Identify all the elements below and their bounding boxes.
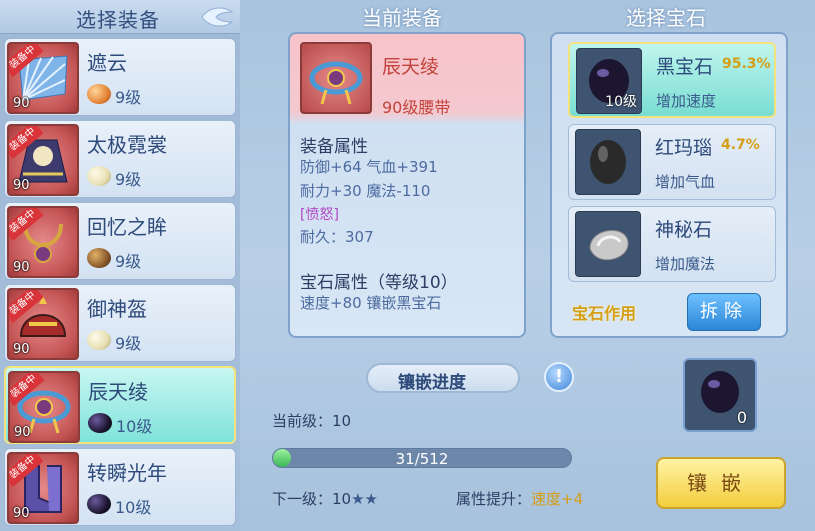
item-gem-level: 9级 xyxy=(115,88,142,107)
attribute-line: 耐力+30 魔法-110 xyxy=(300,182,431,200)
item-name: 辰天绫 xyxy=(88,380,148,404)
item-level: 90 xyxy=(13,96,30,111)
equipment-name: 辰天绫 xyxy=(382,56,440,78)
remove-gem-button[interactable]: 拆除 xyxy=(687,293,761,331)
current-equipment-card: 辰天绫 90级腰带 装备属性 防御+64 气血+391 耐力+30 魔法-110… xyxy=(288,32,526,338)
current-equipment-title: 当前装备 xyxy=(362,6,442,30)
equipment-list-panel: 选择装备 装备中 90 遮云 9级 装备中 90 太极霓裳 9级 装备中 90 … xyxy=(0,0,240,531)
attribute-boost-value: 速度+4 xyxy=(531,490,584,508)
inlay-progress-title: 镶嵌进度 xyxy=(398,373,466,393)
gem-description: 增加速度 xyxy=(656,92,717,110)
item-level: 90 xyxy=(13,342,30,357)
equipment-item-yushen-kui[interactable]: 装备中 90 御神盔 9级 xyxy=(4,284,236,362)
gem-name: 红玛瑙 xyxy=(655,137,713,159)
equipment-list-title: 选择装备 xyxy=(76,8,160,32)
item-name: 御神盔 xyxy=(87,297,147,321)
equipment-type: 90级腰带 xyxy=(382,98,451,117)
item-level: 90 xyxy=(14,425,31,440)
item-name: 回忆之眸 xyxy=(87,215,167,239)
fan-icon: 装备中 90 xyxy=(7,42,79,114)
gem-option-mystic-stone[interactable]: 神秘石 增加魔法 xyxy=(568,206,776,282)
equipment-item-zhuanshun-guangnian[interactable]: 装备中 90 转瞬光年 10级 xyxy=(4,448,236,526)
item-name: 转瞬光年 xyxy=(87,461,167,485)
equipment-attributes-title: 装备属性 xyxy=(300,137,368,157)
black-gem-icon xyxy=(87,494,111,514)
black-gem-icon: 10级 xyxy=(576,48,642,114)
next-level-label: 下一级：10 xyxy=(272,490,352,508)
attribute-boost: 属性提升：速度+4 xyxy=(456,488,583,509)
attribute-line: 防御+64 气血+391 xyxy=(300,158,438,176)
item-gem-level: 10级 xyxy=(115,498,152,517)
equipment-item-taiji-nichang[interactable]: 装备中 90 太极霓裳 9级 xyxy=(4,120,236,198)
inlay-progress-banner: 镶嵌进度 xyxy=(366,363,520,393)
inlay-gem-slot[interactable]: 0 xyxy=(683,358,757,432)
gem-level-count: 10级 xyxy=(605,94,637,110)
equipment-item-zheyun[interactable]: 装备中 90 遮云 9级 xyxy=(4,38,236,116)
black-gem-icon xyxy=(88,413,112,433)
equipment-item-chentian-ling[interactable]: 装备中 90 辰天绫 10级 xyxy=(4,366,236,444)
current-level: 当前级：10 xyxy=(272,412,352,430)
item-gem-level: 9级 xyxy=(115,334,142,353)
durability: 耐久：307 xyxy=(300,228,374,246)
belt-icon: 装备中 90 xyxy=(8,371,80,443)
pearl-gem-icon xyxy=(87,166,111,186)
gem-percent: 4.7% xyxy=(721,137,760,153)
pearl-gem-icon xyxy=(87,330,111,350)
item-level: 90 xyxy=(13,260,30,275)
star-icon: ★★ xyxy=(351,490,378,508)
equipment-item-huiyi-zhimou[interactable]: 装备中 90 回忆之眸 9级 xyxy=(4,202,236,280)
gem-name: 神秘石 xyxy=(655,219,713,241)
info-button[interactable]: ! xyxy=(544,362,574,392)
next-level: 下一级：10★★ xyxy=(272,488,378,509)
amber-gem-icon xyxy=(87,84,111,104)
wing-decoration-icon xyxy=(201,7,234,27)
gem-option-red-agate[interactable]: 红玛瑙 4.7% 增加气血 xyxy=(568,124,776,200)
item-name: 遮云 xyxy=(87,51,127,75)
robe-icon: 装备中 90 xyxy=(7,124,79,196)
item-level: 90 xyxy=(13,506,30,521)
helmet-icon: 装备中 90 xyxy=(7,288,79,360)
tiger-eye-gem-icon xyxy=(87,248,111,268)
inlay-progress-bar: 31/512 xyxy=(272,448,572,468)
select-gem-title: 选择宝石 xyxy=(626,6,706,30)
gem-percent: 95.3% xyxy=(722,56,771,72)
item-name: 太极霓裳 xyxy=(87,133,167,157)
item-gem-level: 9级 xyxy=(115,252,142,271)
item-level: 90 xyxy=(13,178,30,193)
special-attribute: [愤怒] xyxy=(300,207,339,223)
mystic-stone-icon xyxy=(575,211,641,277)
necklace-icon: 装备中 90 xyxy=(7,206,79,278)
belt-icon xyxy=(300,42,372,114)
gem-name: 黑宝石 xyxy=(656,56,714,78)
gem-effect-link[interactable]: 宝石作用 xyxy=(572,300,636,324)
inlay-button[interactable]: 镶嵌 xyxy=(656,457,786,509)
gem-option-black[interactable]: 10级 黑宝石 95.3% 增加速度 xyxy=(568,42,776,118)
agate-gem-icon xyxy=(575,129,641,195)
item-gem-level: 9级 xyxy=(115,170,142,189)
item-gem-level: 10级 xyxy=(116,417,153,436)
inlay-progress-text: 31/512 xyxy=(395,450,449,468)
attribute-boost-label: 属性提升： xyxy=(456,490,532,508)
gem-attributes-title: 宝石属性（等级10） xyxy=(300,273,458,293)
gem-description: 增加气血 xyxy=(655,173,716,191)
slot-gem-count: 0 xyxy=(736,408,747,427)
equipment-list-header: 选择装备 xyxy=(0,0,240,34)
gem-description: 增加魔法 xyxy=(655,255,716,273)
boots-icon: 装备中 90 xyxy=(7,452,79,524)
gem-attribute-line: 速度+80 镶嵌黑宝石 xyxy=(300,294,442,312)
